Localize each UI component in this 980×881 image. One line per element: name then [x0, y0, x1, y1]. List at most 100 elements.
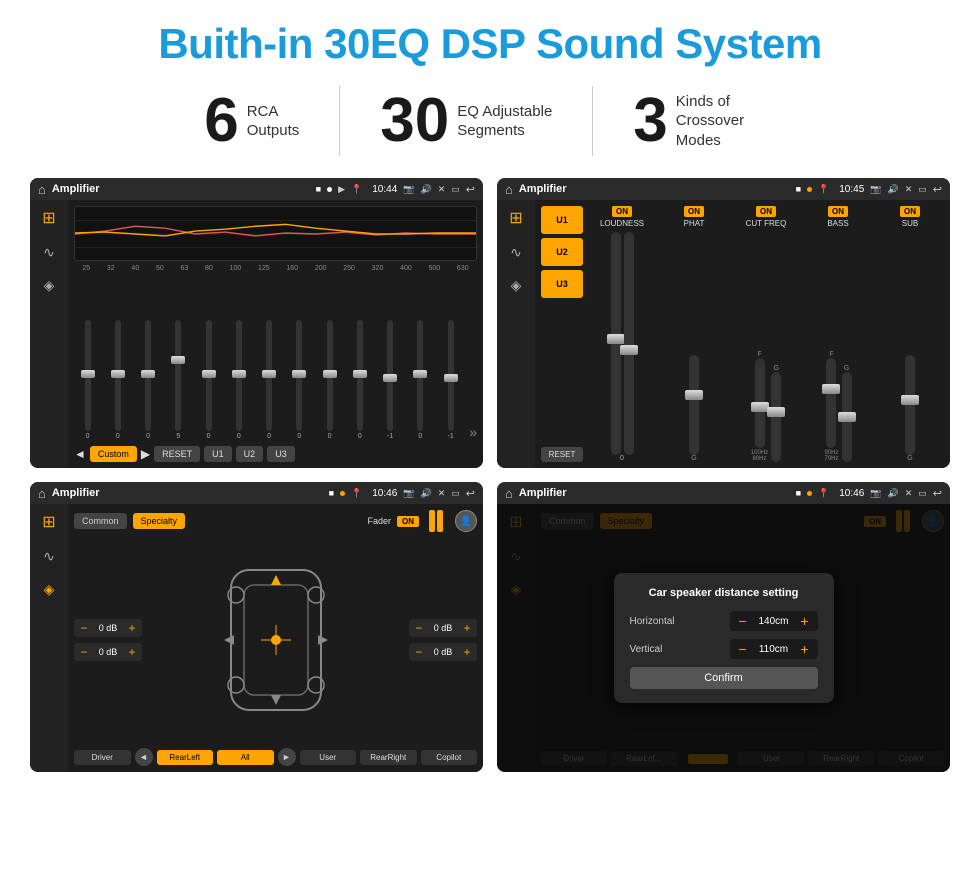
fader-tab-specialty[interactable]: Specialty — [133, 513, 186, 529]
confirm-btn[interactable]: Confirm — [630, 667, 818, 689]
eq-graph — [74, 206, 477, 261]
loudness-slider-r[interactable] — [624, 232, 634, 455]
cutfreq-slider-g[interactable] — [771, 372, 781, 462]
phat-on-badge[interactable]: ON — [684, 206, 704, 217]
screen-content-2: ⊞ ∿ ◈ U1 U2 U3 RESET — [497, 200, 950, 468]
vertical-minus-btn[interactable]: − — [736, 641, 750, 657]
db-plus-rr[interactable]: + — [461, 645, 473, 659]
sidebar-eq-icon[interactable]: ⊞ — [42, 208, 55, 228]
loudness-slider-l[interactable] — [611, 232, 621, 455]
eq-track-12[interactable] — [448, 320, 454, 431]
eq-reset-btn[interactable]: RESET — [154, 446, 200, 462]
eq-u1-btn[interactable]: U1 — [204, 446, 232, 462]
sidebar-wave-icon-2[interactable]: ∿ — [510, 244, 522, 261]
eq-slider-7: 0 — [286, 320, 313, 440]
fader-tab-common[interactable]: Common — [74, 513, 127, 529]
eq-track-2[interactable] — [145, 320, 151, 431]
eq-prev-btn[interactable]: ◄ — [74, 447, 86, 461]
sidebar-speaker-icon[interactable]: ◈ — [44, 277, 55, 294]
x-icon-1: ✕ — [438, 184, 446, 195]
eq-play-btn[interactable]: ▶ — [141, 447, 150, 461]
rearright-btn[interactable]: RearRight — [360, 750, 417, 765]
back-icon-3[interactable]: ↩ — [466, 487, 475, 500]
menu-dots-3: ■ — [329, 488, 334, 498]
loudness-on-badge[interactable]: ON — [612, 206, 632, 217]
cutfreq-on-badge[interactable]: ON — [756, 206, 776, 217]
phat-slider[interactable] — [689, 355, 699, 455]
rearleft-btn[interactable]: RearLeft — [157, 750, 214, 765]
amp-reset-btn[interactable]: RESET — [541, 447, 583, 462]
db-plus-rl[interactable]: + — [126, 645, 138, 659]
db-minus-rl[interactable]: − — [78, 645, 90, 659]
vertical-plus-btn[interactable]: + — [798, 641, 812, 657]
bass-slider-g[interactable] — [842, 372, 852, 462]
amp-u1-btn[interactable]: U1 — [541, 206, 583, 234]
sidebar-wave-icon-3[interactable]: ∿ — [43, 548, 55, 565]
db-minus-fl[interactable]: − — [78, 621, 90, 635]
sub-on-badge[interactable]: ON — [900, 206, 920, 217]
eq-track-9[interactable] — [357, 320, 363, 431]
sidebar-speaker-icon-3[interactable]: ◈ — [44, 581, 55, 598]
copilot-btn[interactable]: Copilot — [421, 750, 478, 765]
sidebar-speaker-icon-2[interactable]: ◈ — [511, 277, 522, 294]
horizontal-minus-btn[interactable]: − — [736, 613, 750, 629]
arrow-right-btn[interactable]: ► — [278, 748, 296, 766]
app-name-1: Amplifier — [52, 183, 310, 195]
home-icon-3[interactable]: ⌂ — [38, 486, 46, 501]
horizontal-plus-btn[interactable]: + — [798, 613, 812, 629]
sidebar-1: ⊞ ∿ ◈ — [30, 200, 68, 468]
stats-row: 6 RCAOutputs 30 EQ AdjustableSegments 3 … — [30, 86, 950, 156]
db-minus-fr[interactable]: − — [413, 621, 425, 635]
eq-u2-btn[interactable]: U2 — [236, 446, 264, 462]
sub-slider[interactable] — [905, 355, 915, 455]
amp-u3-btn[interactable]: U3 — [541, 270, 583, 298]
fader-on-badge[interactable]: ON — [397, 516, 419, 527]
eq-track-1[interactable] — [115, 320, 121, 431]
back-icon-1[interactable]: ↩ — [466, 183, 475, 196]
eq-expand-btn[interactable]: » — [469, 424, 477, 440]
loudness-value: 0 — [620, 455, 624, 462]
sidebar-wave-icon[interactable]: ∿ — [43, 244, 55, 261]
eq-custom-btn[interactable]: Custom — [90, 446, 137, 462]
bass-on-badge[interactable]: ON — [828, 206, 848, 217]
eq-track-10[interactable] — [387, 320, 393, 431]
eq-track-3[interactable] — [175, 320, 181, 431]
back-icon-4[interactable]: ↩ — [933, 487, 942, 500]
eq-track-4[interactable] — [206, 320, 212, 431]
sidebar-eq-icon-3[interactable]: ⊞ — [42, 512, 55, 532]
cutfreq-group: ON CUT FREQ F 100Hz 80Hz — [732, 206, 800, 462]
loudness-label: LOUDNESS — [600, 219, 644, 228]
cutfreq-slider-f[interactable] — [755, 358, 765, 448]
stat-rca: 6 RCAOutputs — [164, 90, 339, 152]
fader-slider-2[interactable] — [437, 510, 443, 532]
eq-track-11[interactable] — [417, 320, 423, 431]
db-minus-rr[interactable]: − — [413, 645, 425, 659]
home-icon-4[interactable]: ⌂ — [505, 486, 513, 501]
eq-track-8[interactable] — [327, 320, 333, 431]
fader-main: Common Specialty Fader ON 👤 — [68, 504, 483, 772]
fader-avatar[interactable]: 👤 — [455, 510, 477, 532]
back-icon-2[interactable]: ↩ — [933, 183, 942, 196]
app-name-4: Amplifier — [519, 487, 790, 499]
home-icon-2[interactable]: ⌂ — [505, 182, 513, 197]
phat-labels: G — [691, 455, 696, 462]
phat-label: PHAT — [684, 219, 705, 228]
amp-u2-btn[interactable]: U2 — [541, 238, 583, 266]
driver-btn[interactable]: Driver — [74, 750, 131, 765]
arrow-left-btn[interactable]: ◄ — [135, 748, 153, 766]
bass-label: BASS — [827, 219, 848, 228]
eq-track-5[interactable] — [236, 320, 242, 431]
eq-track-6[interactable] — [266, 320, 272, 431]
screen-content-1: ⊞ ∿ ◈ — [30, 200, 483, 468]
eq-u3-btn[interactable]: U3 — [267, 446, 295, 462]
home-icon-1[interactable]: ⌂ — [38, 182, 46, 197]
bass-slider-f[interactable] — [826, 358, 836, 448]
db-plus-fl[interactable]: + — [126, 621, 138, 635]
fader-slider-1[interactable] — [429, 510, 435, 532]
sidebar-eq-icon-2[interactable]: ⊞ — [509, 208, 522, 228]
user-btn[interactable]: User — [300, 750, 357, 765]
eq-track-7[interactable] — [296, 320, 302, 431]
eq-track-0[interactable] — [85, 320, 91, 431]
all-btn[interactable]: All — [217, 750, 274, 765]
db-plus-fr[interactable]: + — [461, 621, 473, 635]
